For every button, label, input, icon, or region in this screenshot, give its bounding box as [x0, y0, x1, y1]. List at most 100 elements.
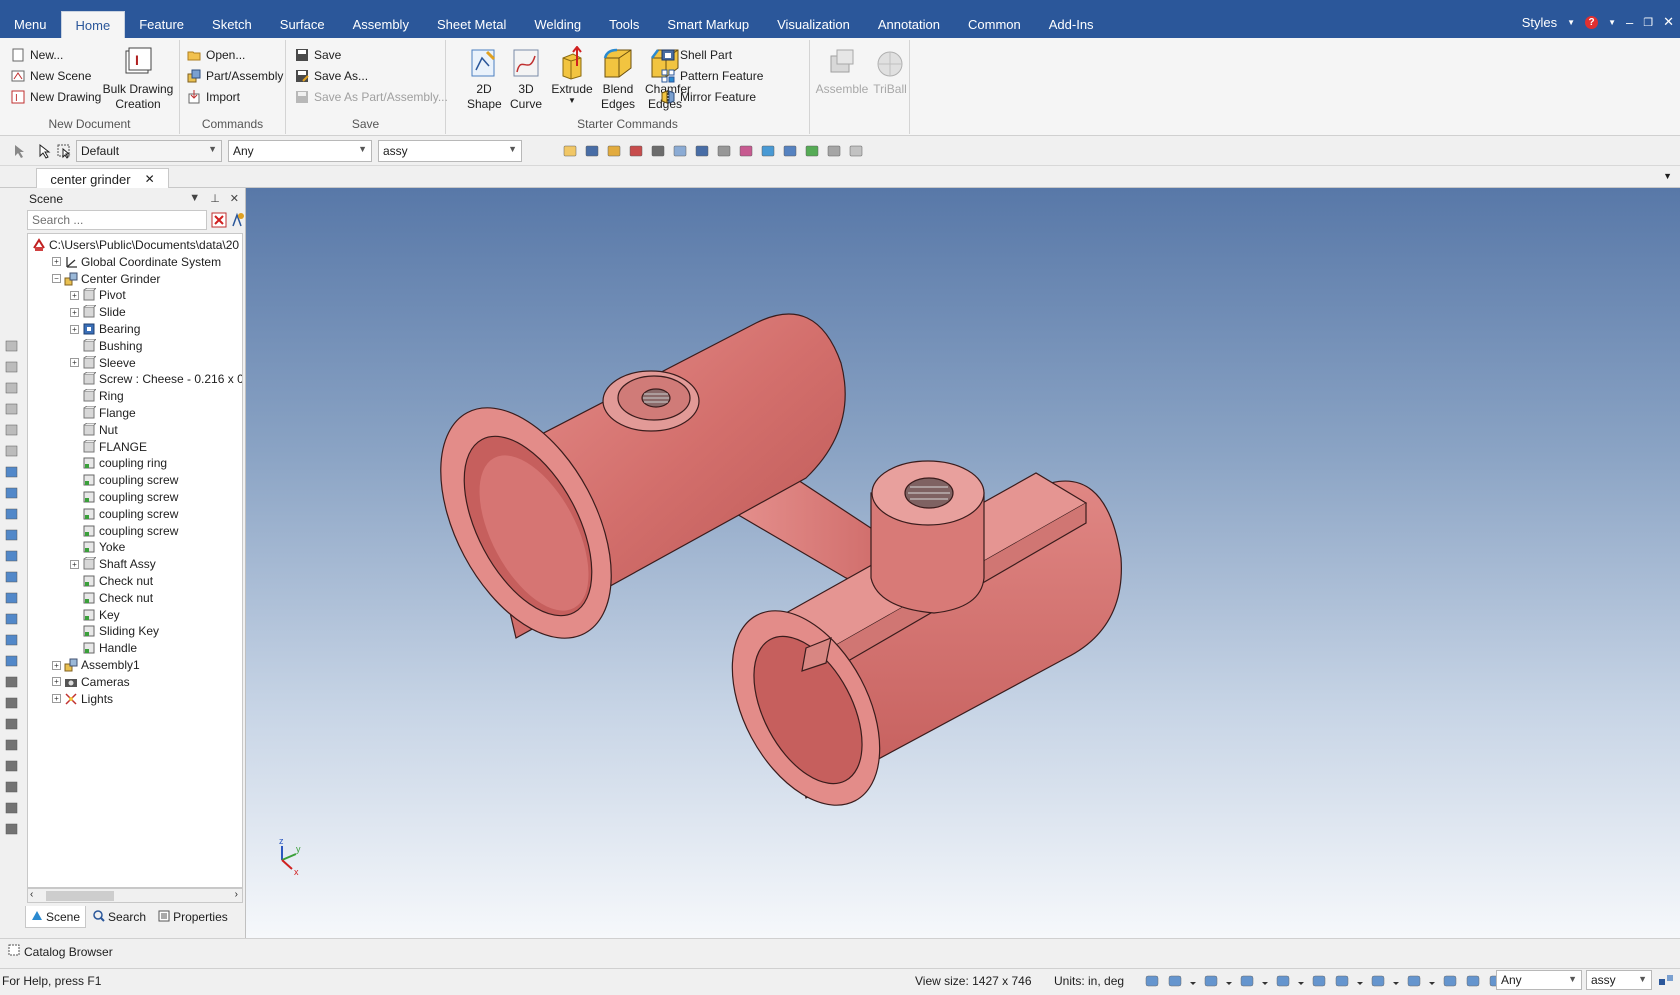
ruler-icon[interactable]	[4, 821, 20, 837]
expand-icon[interactable]: +	[70, 559, 79, 569]
tree-node[interactable]: Nut	[70, 421, 118, 439]
view-dropdown-icon[interactable]	[1226, 973, 1232, 989]
print-icon[interactable]	[650, 143, 666, 159]
tree-node[interactable]: coupling screw	[70, 505, 178, 523]
panel-menu-icon[interactable]: ▼	[189, 192, 200, 205]
tree-node[interactable]: + Pivot	[70, 286, 126, 304]
scroll-right-icon[interactable]: ›	[235, 889, 238, 900]
cube-shaded-icon[interactable]	[4, 611, 20, 627]
save-as-part-assembly-button[interactable]: Save As Part/Assembly...	[294, 87, 448, 107]
zoom-fit-icon[interactable]	[1144, 973, 1160, 989]
measure-icon[interactable]	[4, 674, 20, 690]
tree-node[interactable]: C:\Users\Public\Documents\data\20	[32, 236, 239, 254]
view-tool-6-icon[interactable]	[4, 443, 20, 459]
expand-icon[interactable]: +	[70, 290, 79, 300]
tree-node[interactable]: + Global Coordinate System	[52, 253, 221, 271]
tree-node[interactable]: + Sleeve	[70, 354, 136, 372]
no-entry-icon[interactable]	[4, 779, 20, 795]
tree-node[interactable]: coupling screw	[70, 471, 178, 489]
tab-sketch[interactable]: Sketch	[198, 11, 266, 38]
new-drawing-button[interactable]: I New Drawing	[10, 87, 101, 107]
image-icon[interactable]	[804, 143, 820, 159]
zoom-dropdown-icon[interactable]	[1190, 973, 1196, 989]
expand-icon[interactable]: +	[70, 324, 79, 334]
tree-node[interactable]: + Bearing	[70, 320, 140, 338]
tree-node[interactable]: + Slide	[70, 303, 126, 321]
view-tool-3-icon[interactable]	[4, 380, 20, 396]
save-icon[interactable]	[584, 143, 600, 159]
clear-search-icon[interactable]	[211, 212, 227, 228]
expand-icon[interactable]: +	[52, 257, 61, 267]
3d-curve-button[interactable]: 3D Curve	[508, 46, 544, 112]
document-tab[interactable]: center grinder ✕	[36, 168, 169, 189]
cube-iso-icon[interactable]	[4, 527, 20, 543]
catalog-icon[interactable]	[738, 143, 754, 159]
mirror-feature-button[interactable]: Mirror Feature	[660, 87, 756, 107]
tab-feature[interactable]: Feature	[125, 11, 198, 38]
tree-node[interactable]: Bushing	[70, 337, 142, 355]
paste-icon[interactable]	[848, 143, 864, 159]
status-layout-icon[interactable]	[1658, 973, 1674, 989]
tree-node[interactable]: Handle	[70, 639, 137, 657]
tree-node[interactable]: FLANGE	[70, 438, 147, 456]
shaded-icon[interactable]	[782, 143, 798, 159]
display-mode-icon[interactable]	[1370, 973, 1386, 989]
triball-button[interactable]: TriBall	[872, 46, 908, 97]
search-options-icon[interactable]	[229, 212, 245, 228]
expand-icon[interactable]: +	[52, 677, 61, 687]
save-button[interactable]: Save	[294, 45, 341, 65]
document-tab-close-icon[interactable]: ✕	[145, 172, 155, 186]
shaded-mode-icon[interactable]	[1239, 973, 1255, 989]
styles-menu[interactable]: Styles	[1522, 15, 1557, 30]
open-button[interactable]: Open...	[186, 45, 245, 65]
tab-annotation[interactable]: Annotation	[864, 11, 954, 38]
tree-node[interactable]: + Lights	[52, 690, 113, 708]
tab-home[interactable]: Home	[60, 11, 126, 38]
expand-icon[interactable]: +	[52, 660, 61, 670]
cube-edges-icon[interactable]	[4, 632, 20, 648]
tree-node[interactable]: coupling screw	[70, 522, 178, 540]
style-combo[interactable]: Default ▼	[76, 140, 222, 162]
select-box-icon[interactable]	[56, 143, 72, 159]
cube-top-icon[interactable]	[4, 485, 20, 501]
help-icon[interactable]: ?	[1585, 15, 1599, 29]
status-filter-combo[interactable]: Any ▼	[1496, 970, 1582, 990]
view-cube-icon[interactable]	[1203, 973, 1219, 989]
assy-combo[interactable]: assy ▼	[378, 140, 522, 162]
scrollbar-thumb[interactable]	[46, 891, 114, 901]
render-mode-icon[interactable]	[1406, 973, 1422, 989]
tab-welding[interactable]: Welding	[520, 11, 595, 38]
expand-icon[interactable]: +	[70, 307, 79, 317]
shaded-dropdown-icon[interactable]	[1262, 973, 1268, 989]
scene-icon[interactable]	[694, 143, 710, 159]
view-tool-5-icon[interactable]	[4, 422, 20, 438]
text-icon[interactable]	[4, 800, 20, 816]
3d-viewport[interactable]: z y x	[246, 188, 1680, 938]
tree-node[interactable]: coupling ring	[70, 454, 167, 472]
cube-hidden-icon[interactable]	[4, 653, 20, 669]
hand-icon[interactable]	[1442, 973, 1458, 989]
expand-icon[interactable]: +	[70, 358, 79, 368]
tab-properties[interactable]: Properties	[153, 906, 233, 928]
tree-node[interactable]: + Shaft Assy	[70, 555, 156, 573]
tree-node[interactable]: Ring	[70, 387, 124, 405]
tab-smart-markup[interactable]: Smart Markup	[653, 11, 763, 38]
open-multiple-icon[interactable]	[606, 143, 622, 159]
tree-node[interactable]: Yoke	[70, 538, 125, 556]
render-dropdown-icon[interactable]	[1429, 973, 1435, 989]
tab-surface[interactable]: Surface	[266, 11, 339, 38]
open-icon[interactable]	[562, 143, 578, 159]
2d-shape-button[interactable]: 2D Shape	[466, 46, 502, 112]
camera-path-icon[interactable]	[1334, 973, 1350, 989]
shell-part-button[interactable]: Shell Part	[660, 45, 732, 65]
tree-node[interactable]: Sliding Key	[70, 622, 159, 640]
status-assy-combo[interactable]: assy ▼	[1586, 970, 1652, 990]
tree-node[interactable]: + Cameras	[52, 673, 130, 691]
catalog-browser-bar[interactable]: Catalog Browser	[0, 938, 1680, 964]
help-dropdown-icon[interactable]: ▼	[1608, 18, 1616, 27]
select-arrow-icon[interactable]	[36, 143, 52, 159]
center-grinder-model[interactable]	[246, 188, 1680, 938]
collapse-icon[interactable]: −	[52, 274, 61, 284]
zoom-icon[interactable]	[1167, 973, 1183, 989]
assemble-button[interactable]: Assemble	[814, 46, 870, 97]
